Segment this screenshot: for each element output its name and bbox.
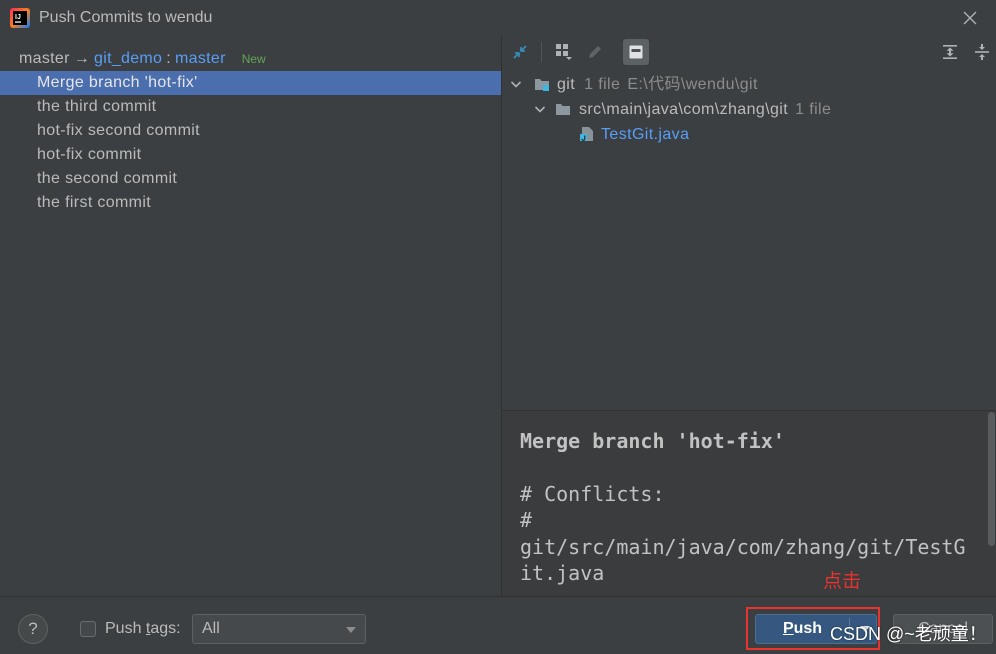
- local-branch: master: [19, 50, 70, 67]
- intellij-idea-icon: IJ: [10, 8, 30, 28]
- close-icon[interactable]: [962, 10, 978, 26]
- changes-panel: git 1 file E:\代码\wendu\git src\main\java\c…: [502, 36, 996, 596]
- commit-row[interactable]: hot-fix second commit: [0, 119, 501, 143]
- remote-branch-link[interactable]: master: [175, 48, 226, 70]
- push-target: master → git_demo: master New: [19, 48, 266, 70]
- remote-link[interactable]: git_demo: [94, 48, 162, 70]
- folder-icon: [555, 101, 571, 117]
- tree-node-repository[interactable]: git 1 file E:\代码\wendu\git: [502, 72, 996, 97]
- commit-subject: Merge branch 'hot-fix': [520, 429, 785, 453]
- commits-panel: master → git_demo: master New Merge branch '…: [0, 36, 501, 596]
- file-count: 1 file: [795, 101, 832, 118]
- title-bar: IJ Push Commits to wendu: [0, 0, 996, 36]
- repository-path: E:\代码\wendu\git: [627, 76, 758, 93]
- diff-arrows-icon[interactable]: [512, 44, 528, 60]
- push-arrow-glyph: →: [73, 50, 91, 67]
- help-button[interactable]: ?: [18, 614, 48, 644]
- chevron-down-icon[interactable]: [508, 76, 524, 92]
- commit-row[interactable]: Merge branch 'hot-fix': [0, 71, 501, 95]
- commit-body-line: git/src/main/java/com/zhang/git/TestGit.…: [520, 534, 966, 586]
- tree-node-label: git: [557, 76, 576, 93]
- annotation-label: 点击: [823, 571, 862, 592]
- commit-row[interactable]: the third commit: [0, 95, 501, 119]
- details-scrollbar[interactable]: [988, 412, 995, 546]
- tree-node-directory[interactable]: src\main\java\com\zhang\git 1 file: [502, 97, 996, 122]
- commit-row[interactable]: the first commit: [0, 191, 501, 215]
- svg-text:IJ: IJ: [15, 14, 21, 21]
- commit-row[interactable]: hot-fix commit: [0, 143, 501, 167]
- collapse-all-icon[interactable]: [974, 44, 990, 60]
- watermark-text: CSDN @~老顽童！: [830, 624, 987, 644]
- tree-node-label: src\main\java\com\zhang\git: [579, 101, 789, 118]
- expand-all-icon[interactable]: [942, 44, 958, 60]
- commit-body-line: #: [520, 508, 533, 533]
- commit-row[interactable]: the second commit: [0, 167, 501, 191]
- window-title: Push Commits to wendu: [39, 9, 213, 26]
- group-by-icon[interactable]: [555, 43, 573, 61]
- file-count: 1 file: [584, 76, 621, 93]
- toolbar-separator: [541, 42, 542, 62]
- tree-node-text: src\main\java\com\zhang\git 1 file: [579, 97, 831, 122]
- tree-node-text: git 1 file E:\代码\wendu\git: [557, 72, 758, 97]
- commit-details: Merge branch 'hot-fix' # Conflicts: # gi…: [502, 410, 996, 596]
- new-branch-badge: New: [241, 52, 266, 66]
- repository-folder-icon: [534, 76, 550, 92]
- chevron-down-icon[interactable]: [532, 101, 548, 117]
- file-name: TestGit.java: [601, 126, 690, 143]
- tree-node-file[interactable]: TestGit.java: [502, 122, 996, 147]
- commit-body-line: [520, 454, 972, 480]
- show-details-icon[interactable]: [623, 39, 649, 65]
- remote-separator: :: [166, 50, 171, 67]
- push-tags-checkbox[interactable]: [80, 621, 96, 637]
- edit-source-icon[interactable]: [587, 44, 603, 60]
- commit-list: Merge branch 'hot-fix' the third commit …: [0, 71, 501, 215]
- push-tags-label[interactable]: Push tags:: [105, 619, 181, 639]
- tags-mode-value: All: [202, 620, 220, 637]
- chevron-down-icon: [346, 627, 356, 633]
- java-file-icon: [579, 126, 595, 142]
- tags-mode-select[interactable]: All: [192, 614, 366, 644]
- commit-body-line: # Conflicts:: [520, 481, 665, 506]
